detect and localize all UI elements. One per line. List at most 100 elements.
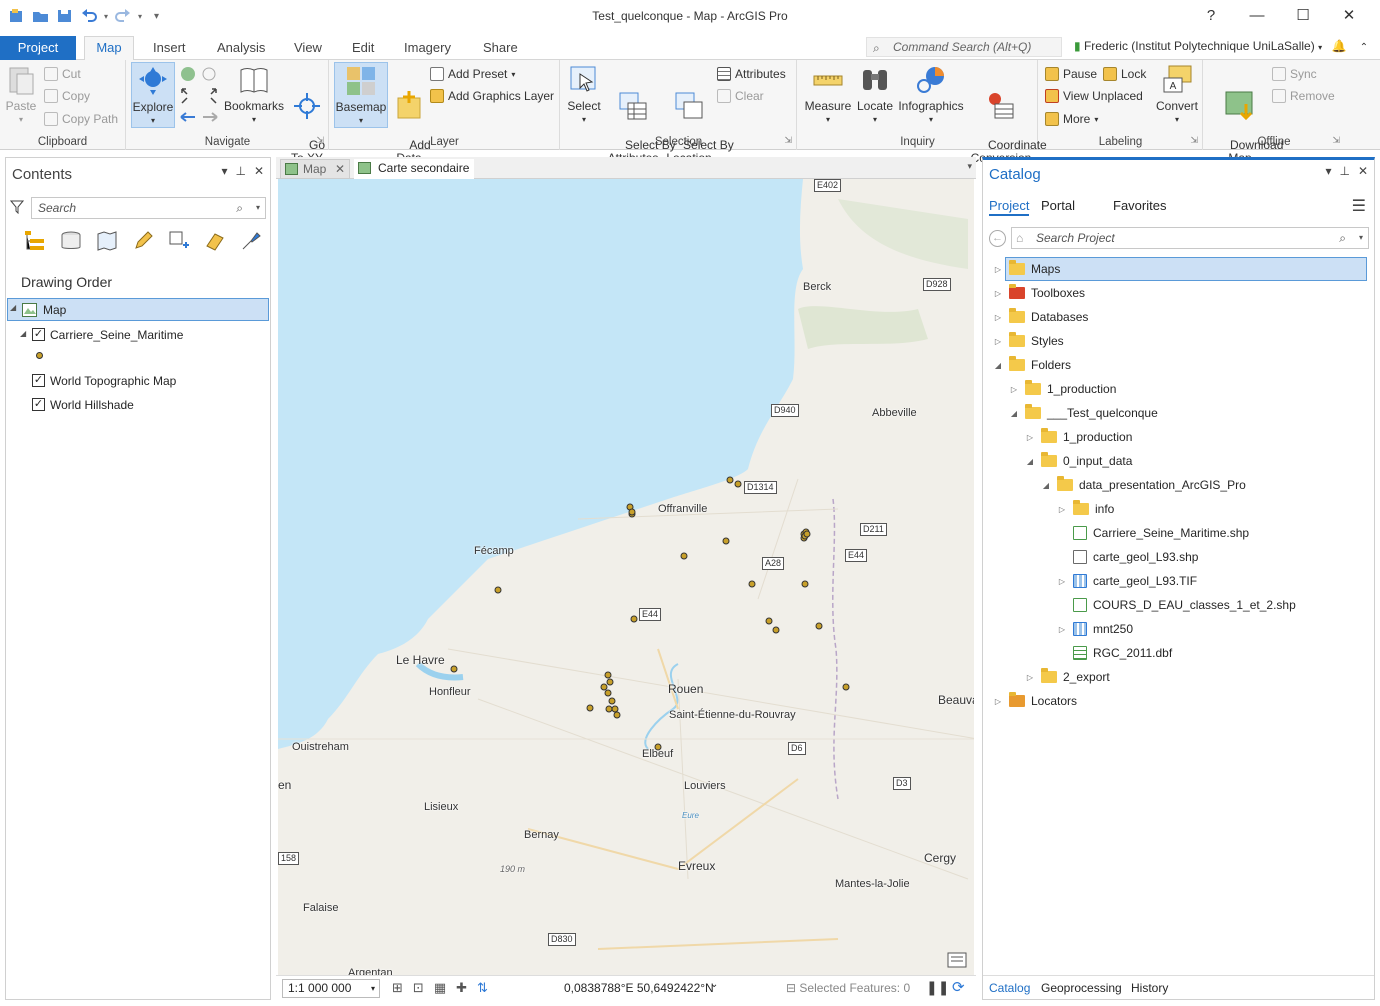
convert-button[interactable]: A Convert ▾ <box>1153 64 1201 126</box>
tree-item-databases[interactable]: ▷ Databases <box>993 306 1088 328</box>
carriere-points-layer[interactable] <box>278 179 974 975</box>
expand-triangle-icon[interactable]: ▷ <box>993 265 1003 274</box>
carriere-point[interactable] <box>605 705 613 713</box>
carriere-point[interactable] <box>586 704 594 712</box>
tab-catalog-project[interactable]: Project <box>989 198 1030 216</box>
tree-item-rgc-dbf[interactable]: RGC_2011.dbf <box>1057 642 1172 664</box>
carriere-point[interactable] <box>726 476 734 484</box>
tab-carte-secondaire[interactable]: Carte secondaire <box>354 159 474 179</box>
collapse-ribbon-icon[interactable]: ⌃ <box>1360 42 1368 53</box>
layer-visibility-checkbox[interactable]: ✓ <box>32 328 45 341</box>
view-unplaced-button[interactable]: View Unplaced <box>1045 89 1143 103</box>
point-symbol-icon[interactable] <box>36 352 43 359</box>
select-button[interactable]: Select ▾ <box>565 64 603 126</box>
pause-labeling-button[interactable]: Pause <box>1045 67 1097 81</box>
tab-share[interactable]: Share <box>483 40 518 55</box>
drawing-order-icon[interactable] <box>24 230 46 252</box>
infographics-button[interactable]: Infographics ▾ <box>896 64 966 126</box>
coordinate-format-dropdown-icon[interactable]: ⌄ <box>710 979 718 990</box>
labeling-view-icon[interactable] <box>204 230 226 252</box>
locate-button[interactable]: Locate ▾ <box>854 64 896 126</box>
back-icon[interactable]: ← <box>989 230 1006 247</box>
close-pane-icon[interactable]: ✕ <box>1358 164 1368 178</box>
help-button[interactable]: ? <box>1188 6 1234 28</box>
tab-edit[interactable]: Edit <box>352 40 374 55</box>
basemap-button[interactable]: Basemap ▾ <box>334 62 388 128</box>
tab-insert[interactable]: Insert <box>153 40 186 55</box>
tab-imagery[interactable]: Imagery <box>404 40 451 55</box>
tree-item-maps[interactable]: ▷ Maps <box>993 258 1060 280</box>
tree-item-carte-geol-shp[interactable]: carte_geol_L93.shp <box>1057 546 1198 568</box>
north-arrow-icon[interactable]: ⇅ <box>477 980 488 996</box>
expand-triangle-icon[interactable]: ▷ <box>993 313 1003 322</box>
expand-triangle-icon[interactable]: ▷ <box>1025 673 1035 682</box>
explore-button[interactable]: Explore ▾ <box>131 62 175 128</box>
cut-button[interactable]: Cut <box>44 67 81 81</box>
expand-triangle-icon[interactable]: ▷ <box>1057 625 1067 634</box>
collapse-triangle-icon[interactable]: ◢ <box>20 329 26 338</box>
selection-view-icon[interactable] <box>96 230 118 252</box>
editing-icon[interactable] <box>132 230 154 252</box>
measure-button[interactable]: Measure ▾ <box>804 64 852 126</box>
carriere-point[interactable] <box>608 697 616 705</box>
layer-visibility-checkbox[interactable]: ✓ <box>32 374 45 387</box>
tree-item-test-quelconque[interactable]: ◢ ___Test_quelconque <box>1009 402 1158 424</box>
tab-map[interactable]: Map <box>84 36 134 61</box>
tab-catalog-portal[interactable]: Portal <box>1041 198 1075 213</box>
carriere-point[interactable] <box>630 615 638 623</box>
carriere-point[interactable] <box>765 617 773 625</box>
tab-project[interactable]: Project <box>0 36 76 60</box>
carriere-point[interactable] <box>450 665 458 673</box>
layer-visibility-checkbox[interactable]: ✓ <box>32 398 45 411</box>
tree-item-info[interactable]: ▷ info <box>1057 498 1114 520</box>
expand-triangle-icon[interactable]: ▷ <box>1025 433 1035 442</box>
tree-item-carriere-shp[interactable]: Carriere_Seine_Maritime.shp <box>1057 522 1249 544</box>
tree-item-locators[interactable]: ▷ Locators <box>993 690 1077 712</box>
carriere-point[interactable] <box>600 683 608 691</box>
data-source-icon[interactable] <box>60 230 82 252</box>
carriere-point[interactable] <box>606 678 614 686</box>
close-tab-icon[interactable]: ✕ <box>335 160 345 178</box>
tree-item-data-presentation[interactable]: ◢ data_presentation_ArcGIS_Pro <box>1041 474 1246 496</box>
tab-bottom-catalog[interactable]: Catalog <box>989 981 1030 995</box>
copy-button[interactable]: Copy <box>44 89 90 103</box>
pause-drawing-icon[interactable]: ❚❚ <box>926 979 949 996</box>
navigate-tools-icon[interactable] <box>179 65 219 125</box>
add-preset-button[interactable]: Add Preset ▾ <box>430 67 515 81</box>
carriere-point[interactable] <box>734 480 742 488</box>
carriere-point[interactable] <box>613 711 621 719</box>
tab-bottom-history[interactable]: History <box>1131 981 1168 995</box>
collapse-triangle-icon[interactable]: ◢ <box>1009 409 1019 418</box>
clear-selection-button[interactable]: Clear <box>717 89 764 103</box>
tab-analysis[interactable]: Analysis <box>217 40 265 55</box>
pane-options-icon[interactable]: ▾ <box>1325 164 1331 178</box>
offline-launcher-icon[interactable]: ⇲ <box>1332 135 1340 146</box>
contents-search-input[interactable]: Search ⌕ ▾ <box>31 197 266 219</box>
carriere-point[interactable] <box>801 580 809 588</box>
sync-button[interactable]: Sync <box>1272 67 1317 81</box>
tree-item-toolboxes[interactable]: ▷ Toolboxes <box>993 282 1085 304</box>
notifications-icon[interactable]: 🔔 <box>1331 39 1346 53</box>
carriere-point[interactable] <box>842 683 850 691</box>
carriere-point[interactable] <box>803 530 811 538</box>
carriere-point[interactable] <box>722 537 730 545</box>
carriere-point[interactable] <box>611 705 619 713</box>
map-layers-toggle-icon[interactable] <box>946 949 970 971</box>
carriere-point[interactable] <box>748 580 756 588</box>
search-options-icon[interactable]: ▾ <box>1359 228 1363 248</box>
scale-selector[interactable]: 1:1 000 000 ▾ <box>282 979 380 998</box>
tree-item-carte-geol-tif[interactable]: ▷ carte_geol_L93.TIF <box>1057 570 1197 592</box>
carriere-point[interactable] <box>680 552 688 560</box>
add-bookmark-icon[interactable]: ⊞ <box>392 980 403 996</box>
toc-map-row[interactable]: ◢ Map <box>7 298 269 321</box>
fixed-zoom-icon[interactable]: ⊡ <box>413 980 424 996</box>
filter-icon[interactable] <box>10 200 24 214</box>
pin-icon[interactable]: ⊥ <box>235 164 245 178</box>
tab-map-view[interactable]: Map ✕ <box>280 159 350 179</box>
collapse-triangle-icon[interactable]: ◢ <box>1025 457 1035 466</box>
carriere-point[interactable] <box>604 671 612 679</box>
more-labeling-button[interactable]: More ▾ <box>1045 112 1098 126</box>
tree-item-mnt250[interactable]: ▷ mnt250 <box>1057 618 1133 640</box>
symbology-view-icon[interactable] <box>240 230 262 252</box>
toc-layer-world-topographic[interactable]: ✓ World Topographic Map <box>18 372 258 392</box>
